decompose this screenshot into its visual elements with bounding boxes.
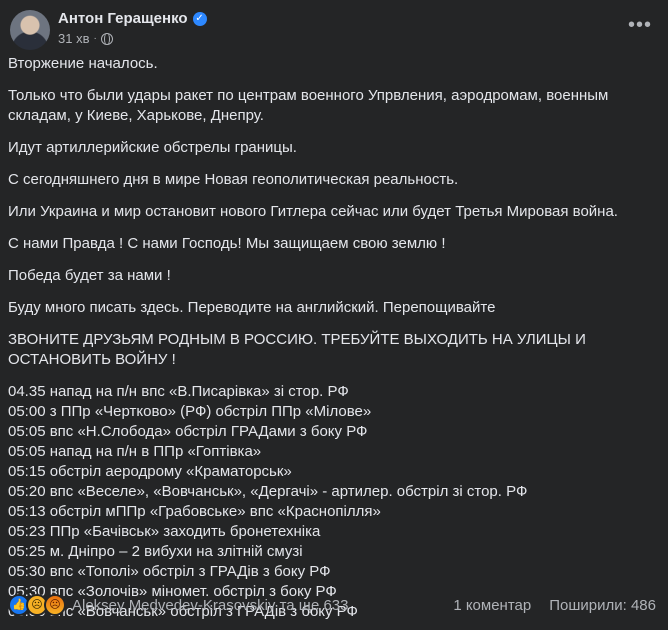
- post-paragraph: Буду много писать здесь. Переводите на а…: [8, 299, 496, 316]
- post-paragraph: Идут артиллерийские обстрелы границы.: [8, 139, 297, 156]
- reactors-summary[interactable]: Aleksey Medvedev-Krasovskiy та ще 633: [72, 597, 349, 614]
- author-avatar[interactable]: [10, 10, 50, 50]
- post-content: Вторжение началось. Только что были удары…: [8, 54, 656, 622]
- post-paragraph: Вторжение началось.: [8, 55, 158, 72]
- post-header: Антон Геращенко ✓ 31 хв · •••: [10, 8, 658, 50]
- more-options-icon[interactable]: •••: [624, 14, 656, 42]
- event-log-line: 05:13 обстріл мППр «Грабовське» впс «Кра…: [8, 503, 381, 520]
- comments-count[interactable]: 1 коментар: [453, 597, 531, 614]
- angry-reaction-icon: ☹: [44, 594, 66, 616]
- post-paragraph: С сегодняшнего дня в мире Новая геополит…: [8, 171, 459, 188]
- post-paragraph: С нами Правда ! С нами Господь! Мы защищ…: [8, 235, 446, 252]
- post-paragraph: Или Украина и мир остановит нового Гитле…: [8, 203, 618, 220]
- reaction-icons[interactable]: 👍 ☹ ☹: [8, 594, 66, 616]
- event-log-line: 05:05 напад на п/н в ППр «Гоптівка»: [8, 443, 262, 460]
- event-log-line: 05:20 впс «Веселе», «Вовчанськ», «Дергач…: [8, 483, 528, 500]
- globe-icon: [100, 32, 113, 45]
- post-meta: 31 хв ·: [58, 31, 113, 46]
- post-paragraph: Победа будет за нами !: [8, 267, 171, 284]
- author-line: Антон Геращенко ✓: [58, 10, 207, 27]
- event-log-line: 05:25 м. Дніпро – 2 вибухи на злітній см…: [8, 543, 303, 560]
- event-log-line: 05:05 впс «Н.Слобода» обстріл ГРАДами з …: [8, 423, 368, 440]
- event-log-line: 05:15 обстріл аеродрому «Краматорськ»: [8, 463, 292, 480]
- post-footer: 👍 ☹ ☹ Aleksey Medvedev-Krasovskiy та ще …: [8, 592, 656, 618]
- event-log: 04.35 напад на п/н впс «В.Писарівка» зі …: [8, 382, 656, 622]
- post-paragraph: Только что были удары ракет по центрам в…: [8, 87, 609, 124]
- event-log-line: 05:00 з ППр «Чертково» (РФ) обстріл ППр …: [8, 403, 372, 420]
- verified-badge-icon: ✓: [192, 11, 207, 26]
- post-paragraph: ЗВОНИТЕ ДРУЗЬЯМ РОДНЫМ В РОССИЮ. ТРЕБУЙТ…: [8, 331, 586, 368]
- event-log-line: 05:23 ППр «Бачівськ» заходить бронетехні…: [8, 523, 321, 540]
- separator-dot: ·: [93, 33, 97, 44]
- event-log-line: 05:30 впс «Тополі» обстріл з ГРАДів з бо…: [8, 563, 331, 580]
- post-time[interactable]: 31 хв: [58, 31, 89, 46]
- author-name[interactable]: Антон Геращенко: [58, 10, 188, 27]
- post-paragraphs: Вторжение началось. Только что были удары…: [8, 54, 656, 370]
- event-log-line: 04.35 напад на п/н впс «В.Писарівка» зі …: [8, 383, 349, 400]
- shares-count[interactable]: Поширили: 486: [549, 597, 656, 614]
- post-stats: 1 коментар Поширили: 486: [453, 597, 656, 614]
